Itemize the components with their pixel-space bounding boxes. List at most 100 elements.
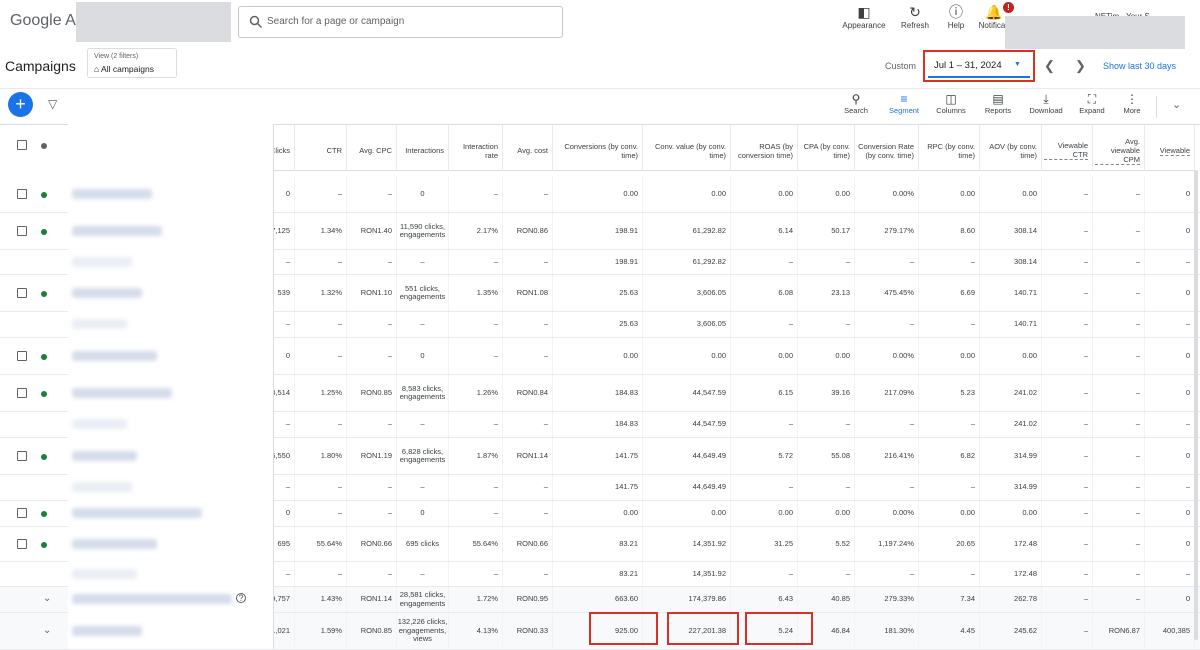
table-toolbar (0, 88, 1200, 124)
campaign-name-redacted[interactable] (72, 387, 172, 398)
caret-down-icon[interactable]: ▼ (1014, 61, 1021, 68)
table-cell: 50.17 (798, 213, 855, 249)
table-cell: 262.78 (980, 587, 1042, 612)
table-cell: – (1145, 250, 1195, 274)
table-cell: 4.45 (919, 613, 980, 649)
status-enabled-dot[interactable] (41, 228, 47, 235)
table-cell: 0.00 (980, 176, 1042, 212)
account-selector-redacted[interactable] (76, 2, 231, 42)
column-header[interactable]: Viewable (1145, 125, 1195, 171)
table-cell: – (731, 312, 798, 337)
toolbar-segment-button[interactable]: ≡ Segment (886, 92, 922, 115)
row-checkbox[interactable] (17, 538, 27, 549)
table-cell: 198.91 (553, 213, 643, 249)
column-header[interactable]: Clicks (270, 125, 295, 171)
column-header[interactable]: Conv. value (by conv. time) (643, 125, 731, 171)
table-cell: 0 (1145, 375, 1195, 411)
table-cell: 0 (1145, 338, 1195, 374)
column-header[interactable]: Avg. CPC (347, 125, 397, 171)
table-cell: – (919, 312, 980, 337)
row-checkbox[interactable] (17, 287, 27, 298)
campaign-name-redacted[interactable] (72, 538, 157, 549)
table-cell: – (274, 475, 295, 500)
chevron-left-icon[interactable]: ❮ (1044, 58, 1055, 74)
table-cell: 2.17% (449, 213, 503, 249)
add-campaign-button[interactable]: + (8, 92, 33, 117)
google-ads-logo[interactable]: Google Ac (10, 12, 84, 30)
table-cell: 0.00 (643, 501, 731, 526)
view-selector[interactable]: View (2 filters) ⌂ All campaigns (87, 48, 177, 78)
campaign-name-redacted[interactable] (72, 287, 142, 298)
chevron-right-icon[interactable]: ❯ (1075, 58, 1086, 74)
status-enabled-dot[interactable] (41, 390, 47, 397)
column-header[interactable]: Interactions (397, 125, 449, 171)
date-range-picker[interactable]: Jul 1 – 31, 2024 ▼ (923, 50, 1035, 82)
column-header[interactable]: RPC (by conv. time) (919, 125, 980, 171)
toolbar-download-button[interactable]: ⤓ Download (1026, 92, 1066, 115)
table-cell: 6,550 (271, 438, 295, 474)
expand-chevron-icon[interactable]: ⌄ (43, 593, 51, 604)
campaign-name-redacted[interactable] (72, 450, 137, 461)
appearance-button[interactable]: ◧ Appearance (842, 4, 886, 30)
column-header[interactable]: Conversions (by conv. time) (553, 125, 643, 171)
column-header[interactable]: Avg. viewable CPM (1093, 125, 1145, 171)
table-cell: RON1.10 (347, 275, 397, 311)
status-enabled-dot[interactable] (41, 453, 47, 460)
refresh-button[interactable]: ↻ Refresh (898, 4, 932, 30)
table-cell: 1.72% (449, 587, 503, 612)
table-cell: – (1093, 562, 1145, 586)
row-checkbox[interactable] (17, 508, 27, 518)
filter-icon[interactable]: ▽ (48, 97, 57, 111)
table-cell: 3,606.05 (643, 312, 731, 337)
column-header[interactable]: Conversion Rate (by conv. time) (855, 125, 919, 171)
toolbar-more-button[interactable]: ⋮ More (1119, 92, 1145, 115)
toolbar-columns-button[interactable]: ◫ Columns (933, 92, 969, 115)
campaign-name-redacted[interactable] (72, 350, 157, 361)
table-cell: 0.00 (798, 338, 855, 374)
campaign-name-redacted[interactable] (72, 225, 162, 236)
row-checkbox[interactable] (17, 387, 27, 398)
show-last-30-days-link[interactable]: Show last 30 days (1103, 61, 1176, 71)
toolbar-reports-button[interactable]: ▤ Reports (981, 92, 1015, 115)
column-header[interactable]: CPA (by conv. time) (798, 125, 855, 171)
column-header-label: Avg. cost (517, 146, 548, 155)
toolbar-search-button[interactable]: ⚲ Search (842, 92, 870, 115)
vertical-scrollbar[interactable] (1194, 170, 1198, 640)
column-header-label: Conversion Rate (by conv. time) (858, 141, 914, 160)
table-cell: 44,547.59 (643, 375, 731, 411)
status-enabled-dot[interactable] (41, 541, 47, 548)
table-cell: – (295, 501, 347, 526)
column-header[interactable]: Avg. cost (503, 125, 553, 171)
table-cell: 7,125 (271, 213, 295, 249)
column-header[interactable]: Interaction rate (449, 125, 503, 171)
table-cell: 23.13 (798, 275, 855, 311)
row-checkbox[interactable] (17, 350, 27, 361)
column-header[interactable]: AOV (by conv. time) (980, 125, 1042, 171)
appearance-label: Appearance (842, 21, 886, 30)
table-cell: 141.75 (553, 438, 643, 474)
status-enabled-dot[interactable] (41, 290, 47, 297)
table-cell: – (1093, 501, 1145, 526)
row-checkbox[interactable] (17, 188, 27, 199)
status-enabled-dot[interactable] (41, 511, 47, 517)
expand-chevron-icon[interactable]: ⌄ (43, 625, 51, 636)
status-enabled-dot[interactable] (41, 191, 47, 198)
campaign-name-redacted[interactable] (72, 508, 202, 518)
campaign-name-redacted[interactable] (72, 188, 152, 199)
status-header-dot[interactable] (41, 143, 47, 149)
row-checkbox[interactable] (17, 225, 27, 236)
select-all-checkbox[interactable] (17, 140, 27, 150)
table-cell: 5.52 (798, 527, 855, 561)
toolbar-expand-button[interactable]: ⛶ Expand (1076, 92, 1108, 115)
collapse-chevron-icon[interactable]: ⌄ (1172, 98, 1181, 111)
help-circle-icon[interactable]: ? (236, 593, 246, 603)
column-header[interactable]: ROAS (by conversion time) (731, 125, 798, 171)
table-cell: – (919, 562, 980, 586)
row-checkbox[interactable] (17, 450, 27, 461)
help-button[interactable]: ⓘ Help (941, 4, 971, 30)
status-enabled-dot[interactable] (41, 353, 47, 360)
table-cell: 20.65 (919, 527, 980, 561)
column-header[interactable]: CTR (295, 125, 347, 171)
search-box[interactable]: Search for a page or campaign (238, 6, 563, 38)
column-header[interactable]: Viewable CTR (1042, 125, 1093, 171)
